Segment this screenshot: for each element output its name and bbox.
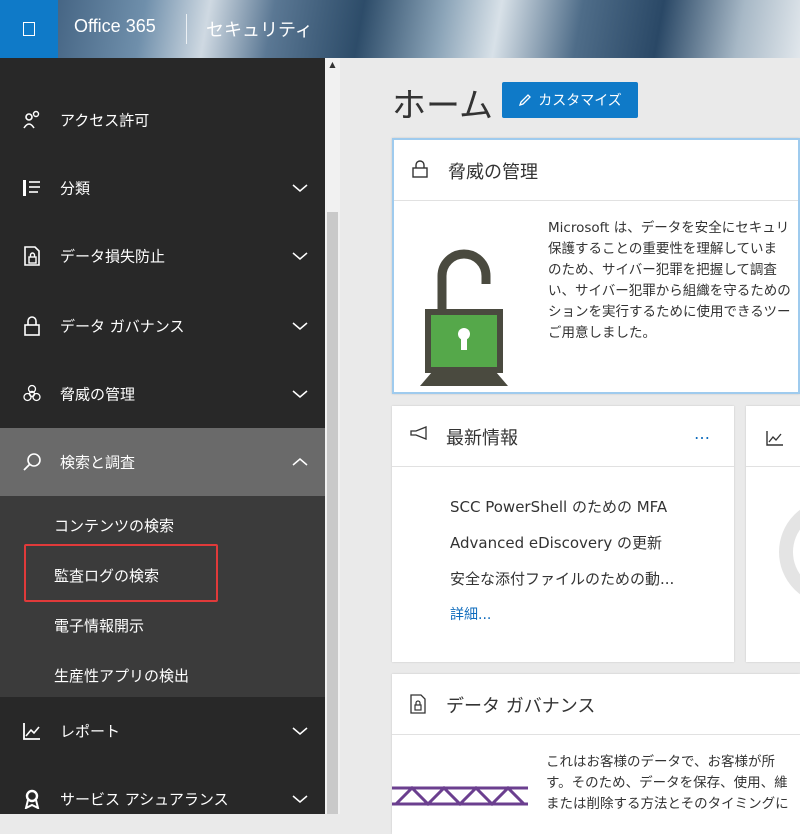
text-line: のため、サイバー犯罪を把握して調査 xyxy=(548,262,777,278)
bridge-illustration xyxy=(392,785,528,807)
card-description: Microsoft は、データを安全にセキュリ 保護することの重要性を理解してい… xyxy=(548,218,800,344)
data-governance-card[interactable]: データ ガバナンス これはお客様のデータで、お客様が所 す。そのため、データを保… xyxy=(392,674,800,834)
section-title[interactable]: セキュリティ xyxy=(206,16,313,42)
submenu-item-app-discovery[interactable]: 生産性アプリの検出 xyxy=(54,665,189,686)
pencil-icon xyxy=(519,94,532,107)
app-launcher-icon xyxy=(23,22,35,36)
text-line: い、サイバー犯罪から組織を守るための xyxy=(548,283,791,299)
news-item[interactable]: 安全な添付ファイルのための動... xyxy=(450,568,674,589)
card-header xyxy=(746,406,800,467)
lock-icon xyxy=(24,316,40,336)
biohazard-icon xyxy=(23,384,41,402)
text-line: す。そのため、データを保存、使用、維 xyxy=(546,775,788,791)
brand-title[interactable]: Office 365 xyxy=(74,16,156,37)
sidebar-item-label: 検索と調査 xyxy=(60,453,136,472)
sidebar-item-dlp[interactable]: データ損失防止 xyxy=(0,222,325,290)
chevron-down-icon[interactable] xyxy=(292,794,308,804)
more-link[interactable]: 詳細... xyxy=(450,604,491,624)
sidebar-item-label: データ損失防止 xyxy=(60,247,166,266)
donut-chart xyxy=(779,509,800,595)
text-line: Microsoft は、データを安全にセキュリ xyxy=(548,220,790,236)
sidebar-item-label: レポート xyxy=(60,722,121,741)
sidebar-item-threat-management[interactable]: 脅威の管理 xyxy=(0,360,325,428)
sidebar-item-service-assurance[interactable]: サービス アシュアランス xyxy=(0,765,325,833)
search-icon xyxy=(23,453,41,471)
threat-management-card[interactable]: 脅威の管理 Microsoft は、データを安全にセキュリ 保護することの重要性… xyxy=(392,138,800,394)
chevron-down-icon[interactable] xyxy=(292,183,308,193)
scroll-up-icon[interactable]: ▲ xyxy=(327,60,338,70)
sidebar-item-classification[interactable]: 分類 xyxy=(0,154,325,222)
sidebar-item-label: サービス アシュアランス xyxy=(60,790,229,809)
scrollbar-thumb[interactable] xyxy=(327,212,338,814)
card-title: データ ガバナンス xyxy=(446,696,596,717)
lock-icon xyxy=(412,160,428,178)
sidebar-item-search-investigation[interactable]: 検索と調査 xyxy=(0,428,325,496)
text-line: これはお客様のデータで、お客様が所 xyxy=(546,754,775,770)
megaphone-icon xyxy=(410,426,427,440)
ribbon-icon xyxy=(24,789,40,809)
customize-button[interactable]: カスタマイズ xyxy=(502,82,638,118)
card-title: 最新情報 xyxy=(446,428,518,449)
card-title: 脅威の管理 xyxy=(448,162,538,183)
news-item[interactable]: Advanced eDiscovery の更新 xyxy=(450,532,662,553)
sidebar-item-reports[interactable]: レポート xyxy=(0,697,325,765)
document-lock-icon xyxy=(410,694,426,714)
sidebar-item-label: 脅威の管理 xyxy=(60,385,136,404)
chevron-down-icon[interactable] xyxy=(292,251,308,261)
news-item[interactable]: SCC PowerShell のための MFA xyxy=(450,496,667,517)
chart-icon xyxy=(23,723,40,740)
top-bar: Office 365 セキュリティ xyxy=(0,0,800,58)
sidebar-item-label: アクセス許可 xyxy=(60,111,150,130)
sidebar-item-data-governance[interactable]: データ ガバナンス xyxy=(0,292,325,360)
text-line: または削除する方法とそのタイミングに xyxy=(546,796,789,812)
permissions-icon xyxy=(23,110,40,129)
chevron-down-icon[interactable] xyxy=(292,321,308,331)
chevron-up-icon[interactable] xyxy=(292,457,308,467)
card-header: 脅威の管理 xyxy=(394,140,798,201)
classification-icon xyxy=(23,180,40,196)
card-description: これはお客様のデータで、お客様が所 す。そのため、データを保存、使用、維 または… xyxy=(546,752,800,815)
customize-label: カスタマイズ xyxy=(538,93,622,109)
chevron-down-icon[interactable] xyxy=(292,389,308,399)
submenu-item-ediscovery[interactable]: 電子情報開示 xyxy=(54,615,144,636)
text-line: ご用意しました。 xyxy=(548,325,656,341)
submenu-item-content-search[interactable]: コンテンツの検索 xyxy=(54,515,174,536)
more-options-button[interactable]: … xyxy=(694,424,712,443)
sidebar-item-label: 分類 xyxy=(60,179,91,198)
report-card[interactable] xyxy=(746,406,800,662)
text-line: ションを実行するために使用できるツー xyxy=(548,304,791,320)
card-header: データ ガバナンス xyxy=(392,674,800,735)
app-launcher-button[interactable] xyxy=(0,0,58,58)
chart-icon xyxy=(766,431,783,446)
card-header: 最新情報 … xyxy=(392,406,734,467)
sidebar-item-permissions[interactable]: アクセス許可 xyxy=(0,86,325,154)
highlight-box xyxy=(24,544,218,602)
data-loss-prevention-icon xyxy=(24,246,40,266)
chevron-down-icon[interactable] xyxy=(292,726,308,736)
header-divider xyxy=(186,14,187,44)
whats-new-card[interactable]: 最新情報 … SCC PowerShell のための MFA Advanced … xyxy=(392,406,734,662)
unlocked-padlock-illustration xyxy=(420,249,508,386)
text-line: 保護することの重要性を理解していま xyxy=(548,241,777,257)
page-title: ホーム xyxy=(392,86,493,126)
sidebar-item-label: データ ガバナンス xyxy=(60,317,185,336)
